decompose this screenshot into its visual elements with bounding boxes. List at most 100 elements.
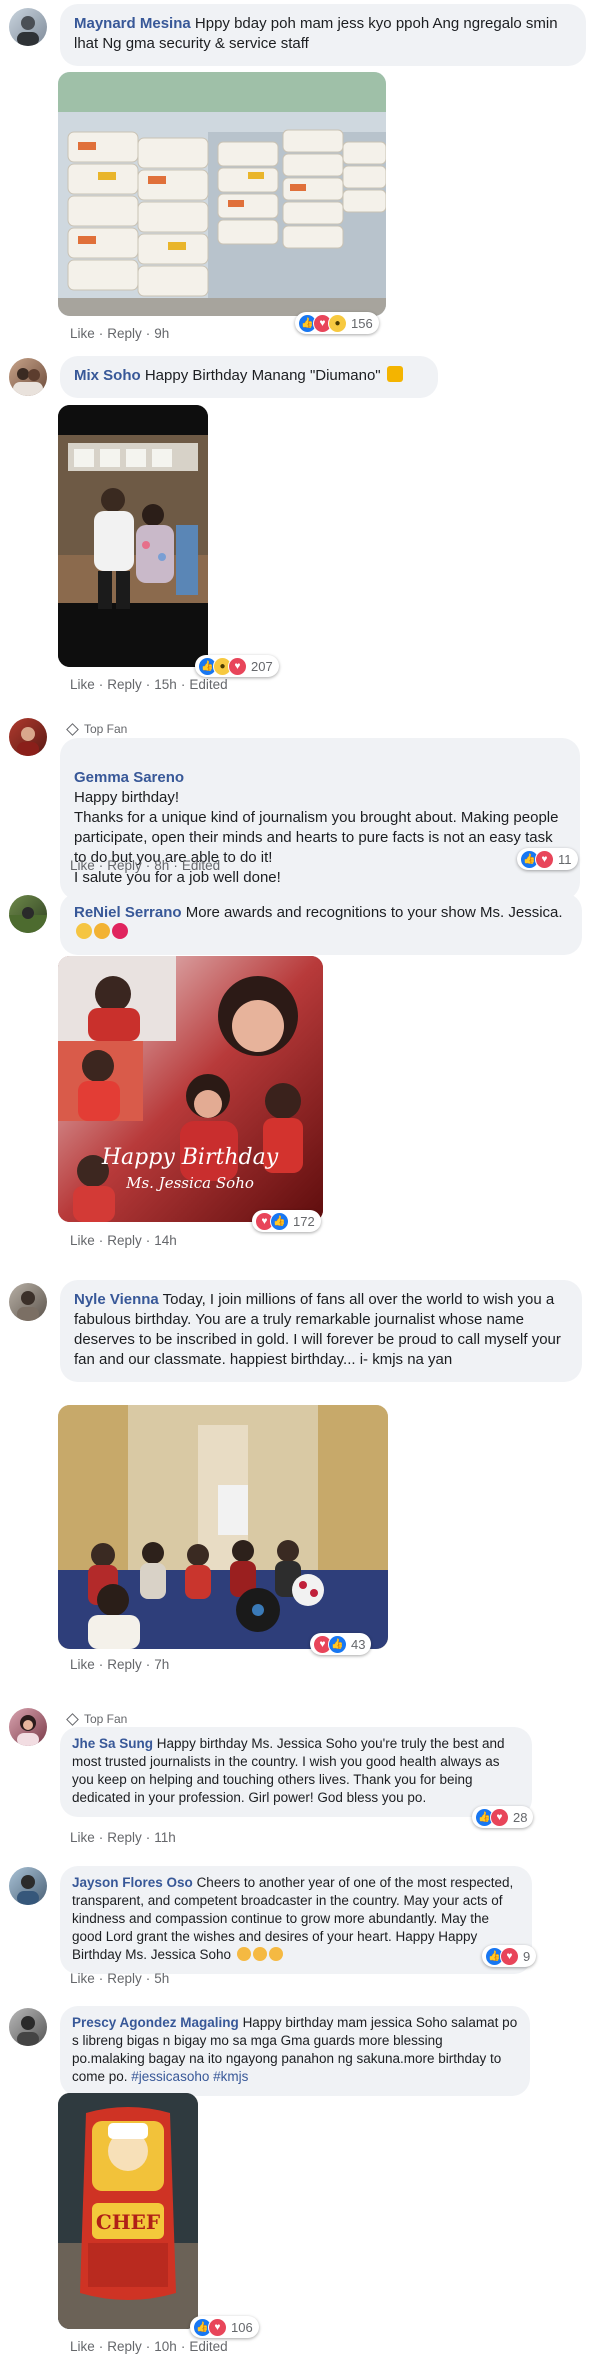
reply-link[interactable]: Reply — [107, 858, 142, 873]
comment-bubble: Jhe Sa Sung Happy birthday Ms. Jessica S… — [60, 1727, 532, 1817]
top-fan-badge: Top Fan — [66, 1712, 128, 1726]
reply-link[interactable]: Reply — [107, 1971, 142, 1986]
avatar[interactable] — [9, 358, 47, 396]
avatar[interactable] — [9, 718, 47, 756]
like-link[interactable]: Like — [70, 858, 95, 873]
timestamp[interactable]: 14h — [154, 1233, 177, 1248]
comment-text: Happy Birthday Manang "Diumano" — [144, 367, 381, 384]
reply-link[interactable]: Reply — [107, 1830, 142, 1845]
commenter-name[interactable]: Maynard Mesina — [74, 15, 191, 32]
separator: · — [98, 1657, 104, 1672]
reply-link[interactable]: Reply — [107, 677, 142, 692]
like-link[interactable]: Like — [70, 1233, 95, 1248]
avatar[interactable] — [9, 1708, 47, 1746]
reaction-count: 9 — [523, 1948, 531, 1964]
like-link[interactable]: Like — [70, 677, 95, 692]
timestamp[interactable]: 11h — [154, 1830, 176, 1845]
commenter-name[interactable]: Nyle Vienna — [74, 1291, 159, 1308]
edited-label: Edited — [189, 677, 228, 692]
like-link[interactable]: Like — [70, 1830, 95, 1845]
edited-label: Edited — [181, 858, 221, 873]
reaction-count: 156 — [351, 315, 373, 331]
reaction-summary[interactable]: 👍 ♥ 106 — [190, 2316, 259, 2338]
comment-bubble: Maynard Mesina Hppy bday poh mam jess ky… — [60, 4, 586, 66]
comment-photo[interactable]: CHEF — [58, 2093, 198, 2329]
separator: · — [98, 1830, 104, 1845]
reaction-summary[interactable]: ♥ 👍 172 — [252, 1210, 321, 1232]
like-link[interactable]: Like — [70, 326, 95, 341]
comment-bubble: Nyle Vienna Today, I join millions of fa… — [60, 1280, 582, 1382]
comment-photo[interactable]: Happy Birthday Ms. Jessica Soho — [58, 956, 323, 1222]
kiss-emoji-icon — [268, 1947, 283, 1961]
avatar[interactable] — [9, 895, 47, 933]
separator: · — [180, 2339, 186, 2354]
comment-text: More awards and recognitions to your sho… — [185, 904, 563, 921]
comment-photo[interactable] — [58, 405, 208, 667]
separator: · — [98, 326, 104, 341]
timestamp[interactable]: 15h — [154, 677, 177, 692]
top-fan-label: Top Fan — [84, 1712, 128, 1726]
reply-link[interactable]: Reply — [107, 1233, 142, 1248]
reaction-count: 106 — [231, 2319, 253, 2335]
separator: · — [98, 858, 104, 873]
avatar[interactable] — [9, 8, 47, 46]
reaction-summary[interactable]: 👍 ♥ 9 — [482, 1945, 537, 1967]
reaction-summary[interactable]: ♥ 👍 43 — [310, 1633, 372, 1655]
reaction-summary[interactable]: 👍 ♥ 11 — [517, 848, 578, 870]
separator: · — [145, 1233, 151, 1248]
hashtag-link[interactable]: #kmjs — [213, 2069, 248, 2084]
thumbs-up-emoji-icon — [94, 923, 110, 939]
commenter-name[interactable]: Gemma Sareno — [74, 769, 184, 786]
heart-emoji-icon — [112, 923, 128, 939]
timestamp[interactable]: 9h — [154, 326, 169, 341]
top-fan-label: Top Fan — [84, 722, 128, 736]
comment-bubble: ReNiel Serrano More awards and recogniti… — [60, 893, 582, 955]
reply-link[interactable]: Reply — [107, 1657, 142, 1672]
reply-link[interactable]: Reply — [107, 2339, 142, 2354]
kiss-emoji-icon — [252, 1947, 267, 1961]
reaction-summary[interactable]: 👍 ● ♥ 207 — [195, 655, 279, 677]
wow-reaction-icon: ● — [328, 313, 347, 333]
edited-label: Edited — [189, 2339, 228, 2354]
timestamp[interactable]: 10h — [154, 2339, 177, 2354]
comment-photo[interactable] — [58, 1405, 388, 1649]
top-fan-diamond-icon — [66, 722, 79, 736]
separator: · — [145, 1971, 151, 1986]
comment-photo[interactable] — [58, 72, 386, 316]
reaction-count: 11 — [558, 851, 572, 867]
avatar[interactable] — [9, 2008, 47, 2046]
comment-actions: Like · Reply · 14h — [70, 1233, 177, 1248]
separator: · — [98, 2339, 104, 2354]
like-link[interactable]: Like — [70, 2339, 95, 2354]
timestamp[interactable]: 7h — [154, 1657, 169, 1672]
comment-actions: Like · Reply · 7h — [70, 1657, 169, 1672]
rice-bag-label: CHEF — [96, 2210, 160, 2234]
commenter-name[interactable]: ReNiel Serrano — [74, 904, 182, 921]
hashtag-link[interactable]: #jessicasoho — [131, 2069, 209, 2084]
like-link[interactable]: Like — [70, 1657, 95, 1672]
love-reaction-icon: ♥ — [208, 2317, 227, 2337]
separator: · — [98, 1233, 104, 1248]
like-link[interactable]: Like — [70, 1971, 95, 1986]
reaction-summary[interactable]: 👍 ♥ 28 — [472, 1806, 534, 1828]
love-reaction-icon: ♥ — [228, 656, 247, 676]
comment-actions: Like · Reply · 15h · Edited — [70, 677, 228, 692]
comment-actions: Like · Reply · 10h · Edited — [70, 2339, 228, 2354]
avatar[interactable] — [9, 1283, 47, 1321]
commenter-name[interactable]: Jayson Flores Oso — [72, 1875, 193, 1890]
comment-actions: Like · Reply · 8h · Edited — [70, 858, 220, 873]
separator: · — [145, 1830, 151, 1845]
separator: · — [98, 1971, 104, 1986]
timestamp[interactable]: 8h — [154, 858, 169, 873]
commenter-name[interactable]: Prescy Agondez Magaling — [72, 2015, 239, 2030]
reaction-summary[interactable]: 👍 ♥ ● 156 — [295, 312, 379, 334]
top-fan-diamond-icon — [66, 1712, 79, 1726]
avatar[interactable] — [9, 1867, 47, 1905]
commenter-name[interactable]: Mix Soho — [74, 367, 141, 384]
kiss-emoji-icon — [236, 1947, 251, 1961]
love-reaction-icon: ♥ — [535, 849, 554, 869]
commenter-name[interactable]: Jhe Sa Sung — [72, 1736, 153, 1751]
reaction-count: 207 — [251, 658, 273, 674]
timestamp[interactable]: 5h — [154, 1971, 169, 1986]
reply-link[interactable]: Reply — [107, 326, 142, 341]
